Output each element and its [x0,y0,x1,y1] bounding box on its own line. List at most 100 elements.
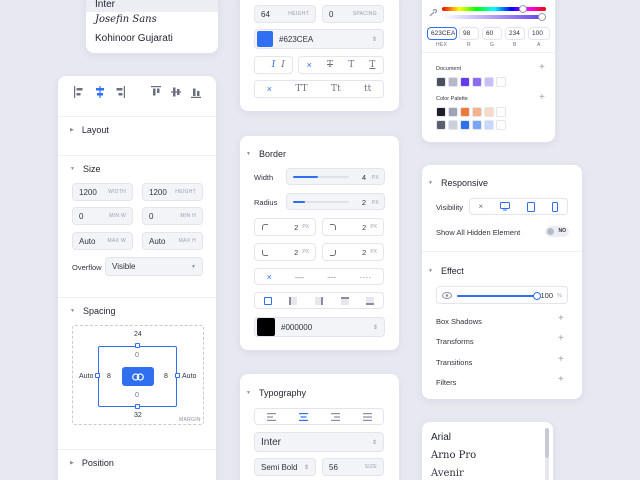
font-option-inter[interactable]: Inter [86,0,218,12]
underline-icon[interactable]: T [369,60,375,70]
hue-slider[interactable] [442,5,546,13]
box-shadows-label[interactable]: Box Shadows [436,317,482,326]
max-width-field[interactable]: Auto MAX W [72,232,133,250]
hide-all-icon[interactable]: × [479,202,484,211]
font-option-avenir[interactable]: Avenir [431,468,464,479]
font-weight-select[interactable]: Semi Bold ⇕ [254,458,316,476]
color-swatch[interactable] [436,107,446,117]
text-align-center-icon[interactable] [298,412,308,421]
color-swatch[interactable] [436,120,446,130]
color-swatch[interactable] [472,77,482,87]
font-option-josefin-sans[interactable]: Josefin Sans [95,14,157,25]
show-hidden-toggle[interactable]: NO [545,226,569,237]
border-right-icon[interactable] [314,296,323,305]
effect-header[interactable]: ▼ Effect [428,266,464,276]
padding-bottom-value[interactable]: 0 [135,392,139,399]
max-height-field[interactable]: Auto MAX H [142,232,203,250]
hex-field[interactable]: 623CEA [427,27,457,40]
align-top-icon[interactable] [151,86,161,98]
filters-label[interactable]: Filters [436,378,456,387]
strikethrough-icon[interactable]: T [327,60,333,70]
link-spacing-button[interactable] [122,367,154,386]
corner-top-right-field[interactable]: 2 PX [322,218,384,236]
g-field[interactable]: 60 [482,27,502,40]
color-swatch[interactable] [496,120,506,130]
font-family-select[interactable]: Inter ⇕ [254,432,384,452]
border-left-icon[interactable] [289,296,298,305]
align-right-icon[interactable] [115,86,125,98]
no-case-icon[interactable]: × [267,84,272,94]
handle-top[interactable] [135,343,140,348]
add-box-shadow-plus-icon[interactable]: + [558,313,564,324]
add-transform-plus-icon[interactable]: + [558,333,564,344]
transforms-label[interactable]: Transforms [436,337,474,346]
letter-spacing-field[interactable]: 0 SPACING [322,5,384,23]
color-swatch[interactable] [472,107,482,117]
handle-bottom[interactable] [135,404,140,409]
border-color-swatch[interactable] [257,318,275,336]
padding-top-value[interactable]: 0 [135,352,139,359]
color-swatch[interactable] [460,107,470,117]
add-palette-color-plus-icon[interactable]: + [539,92,545,103]
handle-right[interactable] [175,373,180,378]
margin-bottom-value[interactable]: 32 [134,412,142,419]
corner-bottom-left-field[interactable]: 2 PX [254,243,316,261]
color-swatch[interactable] [496,107,506,117]
text-align-justify-icon[interactable] [362,412,372,421]
color-swatch[interactable] [460,120,470,130]
color-swatch[interactable] [484,120,494,130]
overflow-select[interactable]: Visible ▼ [105,257,203,276]
corner-top-left-field[interactable]: 2 PX [254,218,316,236]
margin-left-value[interactable]: Auto [79,373,93,380]
b-field[interactable]: 234 [505,27,525,40]
italic-toggle[interactable]: I [273,56,293,74]
margin-top-value[interactable]: 24 [134,331,142,338]
color-swatch[interactable] [484,77,494,87]
font-option-kohinoor-gujarati[interactable]: Kohinoor Gujarati [95,33,173,44]
add-filter-plus-icon[interactable]: + [558,374,564,385]
align-center-v-icon[interactable] [171,86,181,98]
handle-left[interactable] [95,373,100,378]
min-width-field[interactable]: 0 MIN W [72,207,133,225]
no-decoration-icon[interactable]: × [307,60,312,70]
text-color-field[interactable]: #623CEA ⇕ [254,29,384,49]
responsive-header[interactable]: ▼ Responsive [428,178,488,188]
padding-right-value[interactable]: 8 [164,373,168,380]
add-document-color-plus-icon[interactable]: + [539,62,545,73]
color-swatch[interactable] [436,77,446,87]
color-swatch[interactable] [484,107,494,117]
color-swatch[interactable] [448,107,458,117]
color-swatch[interactable] [448,120,458,130]
text-icon[interactable]: T [348,60,354,70]
section-layout[interactable]: ▶ Layout [58,116,216,142]
hue-knob[interactable] [519,5,528,13]
font-option-arno-pro[interactable]: Arno Pro [431,450,476,461]
section-size[interactable]: ▼ Size [58,155,216,181]
margin-right-value[interactable]: Auto [182,373,196,380]
font-option-arial[interactable]: Arial [431,432,451,443]
typography-header[interactable]: ▼ Typography [246,388,306,398]
font-list-scrollbar[interactable] [545,428,549,480]
align-bottom-icon[interactable] [191,86,201,98]
text-color-swatch[interactable] [257,31,273,47]
border-none-icon[interactable]: × [267,272,272,282]
add-transition-plus-icon[interactable]: + [558,354,564,365]
padding-left-value[interactable]: 8 [107,373,111,380]
tablet-icon[interactable] [527,201,536,212]
height-field[interactable]: 1200 HEIGHT [142,183,203,201]
section-position[interactable]: ▶ Position [58,449,216,475]
font-size-field[interactable]: 56 SIZE [322,458,384,476]
color-swatch[interactable] [460,77,470,87]
alpha-slider[interactable] [442,13,546,21]
transitions-label[interactable]: Transitions [436,358,472,367]
min-height-field[interactable]: 0 MIN H [142,207,203,225]
align-left-icon[interactable] [74,86,84,98]
width-field[interactable]: 1200 WIDTH [72,183,133,201]
align-center-h-icon[interactable] [95,86,105,98]
section-spacing[interactable]: ▼ Spacing [58,297,216,323]
color-swatch[interactable] [496,77,506,87]
border-dotted-icon[interactable]: ···· [359,272,371,282]
border-radius-slider[interactable]: 2 PX [286,193,385,210]
r-field[interactable]: 98 [459,27,479,40]
scrollbar-thumb[interactable] [545,428,549,458]
